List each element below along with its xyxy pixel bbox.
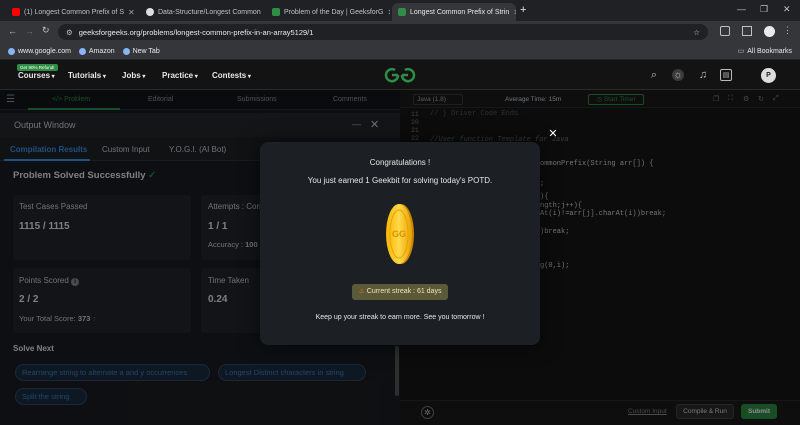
modal-title: Congratulations ! <box>369 158 431 167</box>
amazon-icon <box>78 47 86 55</box>
theme-toggle-icon[interactable]: ☼ <box>672 69 684 81</box>
globe-icon <box>122 47 130 55</box>
courses-icon[interactable]: ▤ <box>720 69 732 81</box>
streak-badge: ♨ Current streak : 61 days <box>352 284 448 300</box>
bookmarks-bar: www.google.com Amazon New Tab ▭ All Bookm… <box>0 43 800 60</box>
profile-icon[interactable] <box>764 26 775 37</box>
forward-arrow-icon[interactable]: → <box>25 26 34 36</box>
fire-icon: ♨ <box>358 288 365 295</box>
bookmark-star-icon[interactable]: ☆ <box>693 28 700 37</box>
google-icon <box>8 47 15 55</box>
minimize-window-icon[interactable]: — <box>737 4 746 14</box>
url-text: geeksforgeeks.org/problems/longest-commo… <box>78 27 314 37</box>
split-view-icon[interactable] <box>742 26 752 36</box>
modal-close-button[interactable]: ✕ <box>547 128 559 140</box>
search-icon[interactable]: ⌕ <box>648 69 660 81</box>
github-icon <box>146 8 154 16</box>
all-bookmarks[interactable]: ▭ All Bookmarks <box>737 47 792 56</box>
bookmark-label: www.google.com <box>18 47 71 55</box>
tab-title: (1) Longest Common Prefix of S <box>24 8 124 16</box>
nav-tutorials[interactable]: Tutorials <box>68 71 106 80</box>
modal-message: You just earned 1 Geekbit for solving to… <box>307 176 493 185</box>
tab-title: Longest Common Prefix of Strin <box>410 8 510 16</box>
bookmark-label: All Bookmarks <box>747 47 792 55</box>
new-tab-button[interactable]: + <box>520 4 526 16</box>
notification-bell-icon[interactable]: ♫ <box>697 69 709 81</box>
close-window-icon[interactable]: ✕ <box>783 4 791 15</box>
folder-icon: ▭ <box>737 48 745 55</box>
browser-tab-potd[interactable]: Problem of the Day | GeeksforG ✕ <box>266 3 390 21</box>
bookmark-label: Amazon <box>88 47 115 55</box>
nav-courses[interactable]: Courses <box>18 71 55 80</box>
gfg-logo[interactable] <box>383 66 416 84</box>
gfg-icon <box>398 8 406 16</box>
close-tab-icon[interactable]: ✕ <box>513 8 516 17</box>
bookmark-label: New Tab <box>132 47 160 55</box>
browser-tab-active[interactable]: Longest Common Prefix of Strin ✕ <box>392 3 516 21</box>
geekbit-coin-icon: GG <box>385 203 415 266</box>
nav-practice[interactable]: Practice <box>162 71 198 80</box>
reload-icon[interactable]: ↻ <box>42 25 50 36</box>
modal-footer-text: Keep up your streak to earn more. See yo… <box>315 314 485 321</box>
site-info-icon[interactable]: ⚙ <box>66 28 73 37</box>
bookmark-amazon[interactable]: Amazon <box>78 47 115 55</box>
restore-window-icon[interactable]: ❐ <box>760 4 768 15</box>
address-bar[interactable]: ⚙ geeksforgeeks.org/problems/longest-com… <box>58 24 708 40</box>
bookmark-google[interactable]: www.google.com <box>8 47 71 55</box>
svg-text:GG: GG <box>392 229 406 239</box>
youtube-icon <box>12 8 20 16</box>
browser-tab-youtube[interactable]: (1) Longest Common Prefix of S ✕ <box>6 3 138 21</box>
streak-text: Current streak : 61 days <box>366 288 442 295</box>
gfg-icon <box>272 8 280 16</box>
avatar[interactable]: P <box>761 68 776 83</box>
browser-tab-github[interactable]: Data-Structure/Longest Common ✕ <box>140 3 264 21</box>
menu-icon[interactable]: ⋮ <box>783 25 792 36</box>
back-arrow-icon[interactable]: ← <box>8 26 17 36</box>
bookmark-new-tab[interactable]: New Tab <box>122 47 160 55</box>
close-tab-icon[interactable]: ✕ <box>128 8 135 17</box>
tab-title: Problem of the Day | GeeksforG <box>284 8 384 16</box>
tab-title: Data-Structure/Longest Common <box>158 8 261 16</box>
nav-jobs[interactable]: Jobs <box>122 71 145 80</box>
browser-tab-bar: (1) Longest Common Prefix of S ✕ Data-St… <box>0 0 800 21</box>
nav-contests[interactable]: Contests <box>212 71 251 80</box>
extensions-icon[interactable] <box>720 26 730 36</box>
gfg-logo-icon <box>384 68 416 83</box>
close-tab-icon[interactable]: ✕ <box>387 8 390 17</box>
promo-badge[interactable]: Get 90% Refund! <box>17 64 58 71</box>
